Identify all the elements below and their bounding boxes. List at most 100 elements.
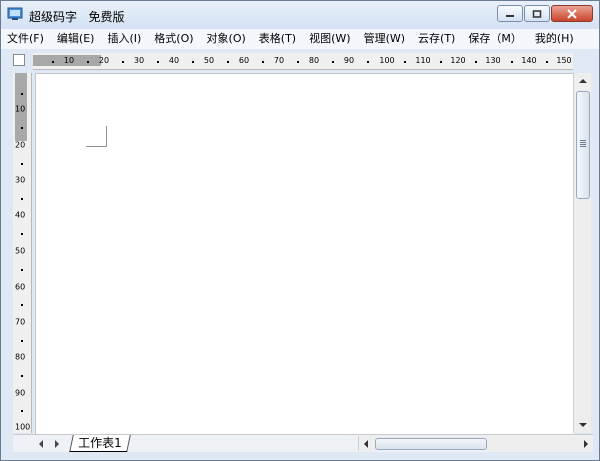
triangle-right-icon <box>55 439 59 448</box>
scroll-down-icon <box>578 423 587 427</box>
sheet-tab-1[interactable]: 工作表1 <box>69 435 131 452</box>
ruler-label: 10 <box>15 104 26 114</box>
ruler-label: 90 <box>343 56 355 65</box>
ruler-corner-box[interactable] <box>13 54 25 66</box>
horizontal-scrollbar[interactable] <box>358 436 593 451</box>
ruler-tick <box>157 61 159 63</box>
ruler-tick <box>21 127 23 129</box>
ruler-tick <box>21 304 23 306</box>
ruler-label: 40 <box>15 210 26 220</box>
menu-cloud[interactable]: 云存(T) <box>412 29 462 49</box>
ruler-tick <box>21 410 23 412</box>
ruler-label: 40 <box>168 56 180 65</box>
window-title: 超级码字 免费版 <box>29 10 125 24</box>
sheet-prev-button[interactable] <box>35 437 47 450</box>
ruler-tick <box>262 61 264 63</box>
scroll-left-button[interactable] <box>359 436 373 451</box>
scroll-left-icon <box>364 439 368 448</box>
vertical-ruler: 10 20 30 40 50 60 70 80 90 100 <box>13 73 32 433</box>
scroll-right-icon <box>584 439 588 448</box>
scroll-up-button[interactable] <box>574 73 591 89</box>
ruler-label: 110 <box>415 56 431 65</box>
ruler-tick <box>440 61 442 63</box>
ruler-label: 70 <box>15 317 26 327</box>
ruler-tick <box>52 61 54 63</box>
ruler-label: 50 <box>203 56 215 65</box>
ruler-tick <box>192 61 194 63</box>
ruler-tick <box>21 198 23 200</box>
ruler-tick <box>332 61 334 63</box>
menu-insert[interactable]: 插入(I) <box>101 29 148 49</box>
sheet-bar: 工作表1 <box>13 434 593 452</box>
ruler-tick <box>87 61 89 63</box>
menu-view[interactable]: 视图(W) <box>303 29 357 49</box>
ruler-label: 130 <box>485 56 501 65</box>
scroll-up-icon <box>578 79 587 83</box>
ruler-label: 20 <box>98 56 110 65</box>
ruler-tick <box>297 61 299 63</box>
ruler-label: 100 <box>379 56 395 65</box>
ruler-label: 80 <box>308 56 320 65</box>
ruler-tick <box>21 340 23 342</box>
ruler-tick <box>227 61 229 63</box>
ruler-label: 80 <box>15 352 26 362</box>
ruler-tick <box>122 61 124 63</box>
thumb-grip <box>580 146 586 147</box>
vertical-scrollbar[interactable] <box>573 73 591 433</box>
scroll-right-button[interactable] <box>579 436 593 451</box>
ruler-label: 10 <box>63 56 75 65</box>
menu-format[interactable]: 格式(O) <box>148 29 200 49</box>
menu-manage[interactable]: 管理(W) <box>358 29 412 49</box>
thumb-grip <box>580 144 586 145</box>
ruler-label: 30 <box>15 175 26 185</box>
window-controls <box>496 5 593 22</box>
scroll-down-button[interactable] <box>574 417 591 433</box>
close-button[interactable] <box>551 5 593 22</box>
title-bar[interactable]: 超级码字 免费版 <box>1 1 599 29</box>
maximize-icon <box>532 9 542 18</box>
ruler-label: 50 <box>15 246 26 256</box>
ruler-tick <box>21 163 23 165</box>
maximize-button[interactable] <box>524 5 550 22</box>
page-margin-mark <box>86 126 107 147</box>
ruler-label: 90 <box>15 388 26 398</box>
minimize-icon <box>506 14 514 17</box>
ruler-tick <box>404 61 406 63</box>
menu-save[interactable]: 保存（M） <box>462 29 529 49</box>
triangle-left-icon <box>39 439 43 448</box>
sheet-tab-label: 工作表1 <box>78 436 122 450</box>
ruler-label: 70 <box>273 56 285 65</box>
menu-bar: 文件(F) 编辑(E) 插入(I) 格式(O) 对象(O) 表格(T) 视图(W… <box>1 29 599 49</box>
document-canvas[interactable] <box>35 73 574 434</box>
ruler-label: 60 <box>238 56 250 65</box>
ruler-tick <box>21 375 23 377</box>
menu-edit[interactable]: 编辑(E) <box>51 29 102 49</box>
menu-file[interactable]: 文件(F) <box>1 29 51 49</box>
ruler-label: 120 <box>450 56 466 65</box>
sheet-next-button[interactable] <box>51 437 63 450</box>
close-icon <box>567 8 577 19</box>
ruler-tick <box>511 61 513 63</box>
ruler-label: 140 <box>521 56 537 65</box>
app-window: 超级码字 免费版 文件(F) 编辑(E) 插入(I) 格式(O) 对象(O) 表… <box>0 0 600 461</box>
ruler-label: 100 <box>15 422 31 432</box>
ruler-label: 30 <box>133 56 145 65</box>
ruler-tick <box>475 61 477 63</box>
ruler-label: 20 <box>15 140 26 150</box>
thumb-grip <box>580 142 586 143</box>
ruler-tick <box>546 61 548 63</box>
menu-mine[interactable]: 我的(H) <box>529 29 581 49</box>
app-window-icon <box>7 7 23 20</box>
minimize-button[interactable] <box>497 5 523 22</box>
ruler-label: 60 <box>15 282 26 292</box>
menu-object[interactable]: 对象(O) <box>201 29 253 49</box>
horizontal-ruler: 10 20 30 40 50 60 70 80 90 100 110 120 1… <box>33 53 573 70</box>
menu-table[interactable]: 表格(T) <box>253 29 303 49</box>
horizontal-scroll-thumb[interactable] <box>375 438 487 450</box>
ruler-tick <box>21 93 23 95</box>
vertical-scroll-thumb[interactable] <box>576 91 590 199</box>
ruler-label: 150 <box>556 56 572 65</box>
ruler-tick <box>21 269 23 271</box>
ruler-tick <box>21 233 23 235</box>
ruler-tick <box>367 61 369 63</box>
